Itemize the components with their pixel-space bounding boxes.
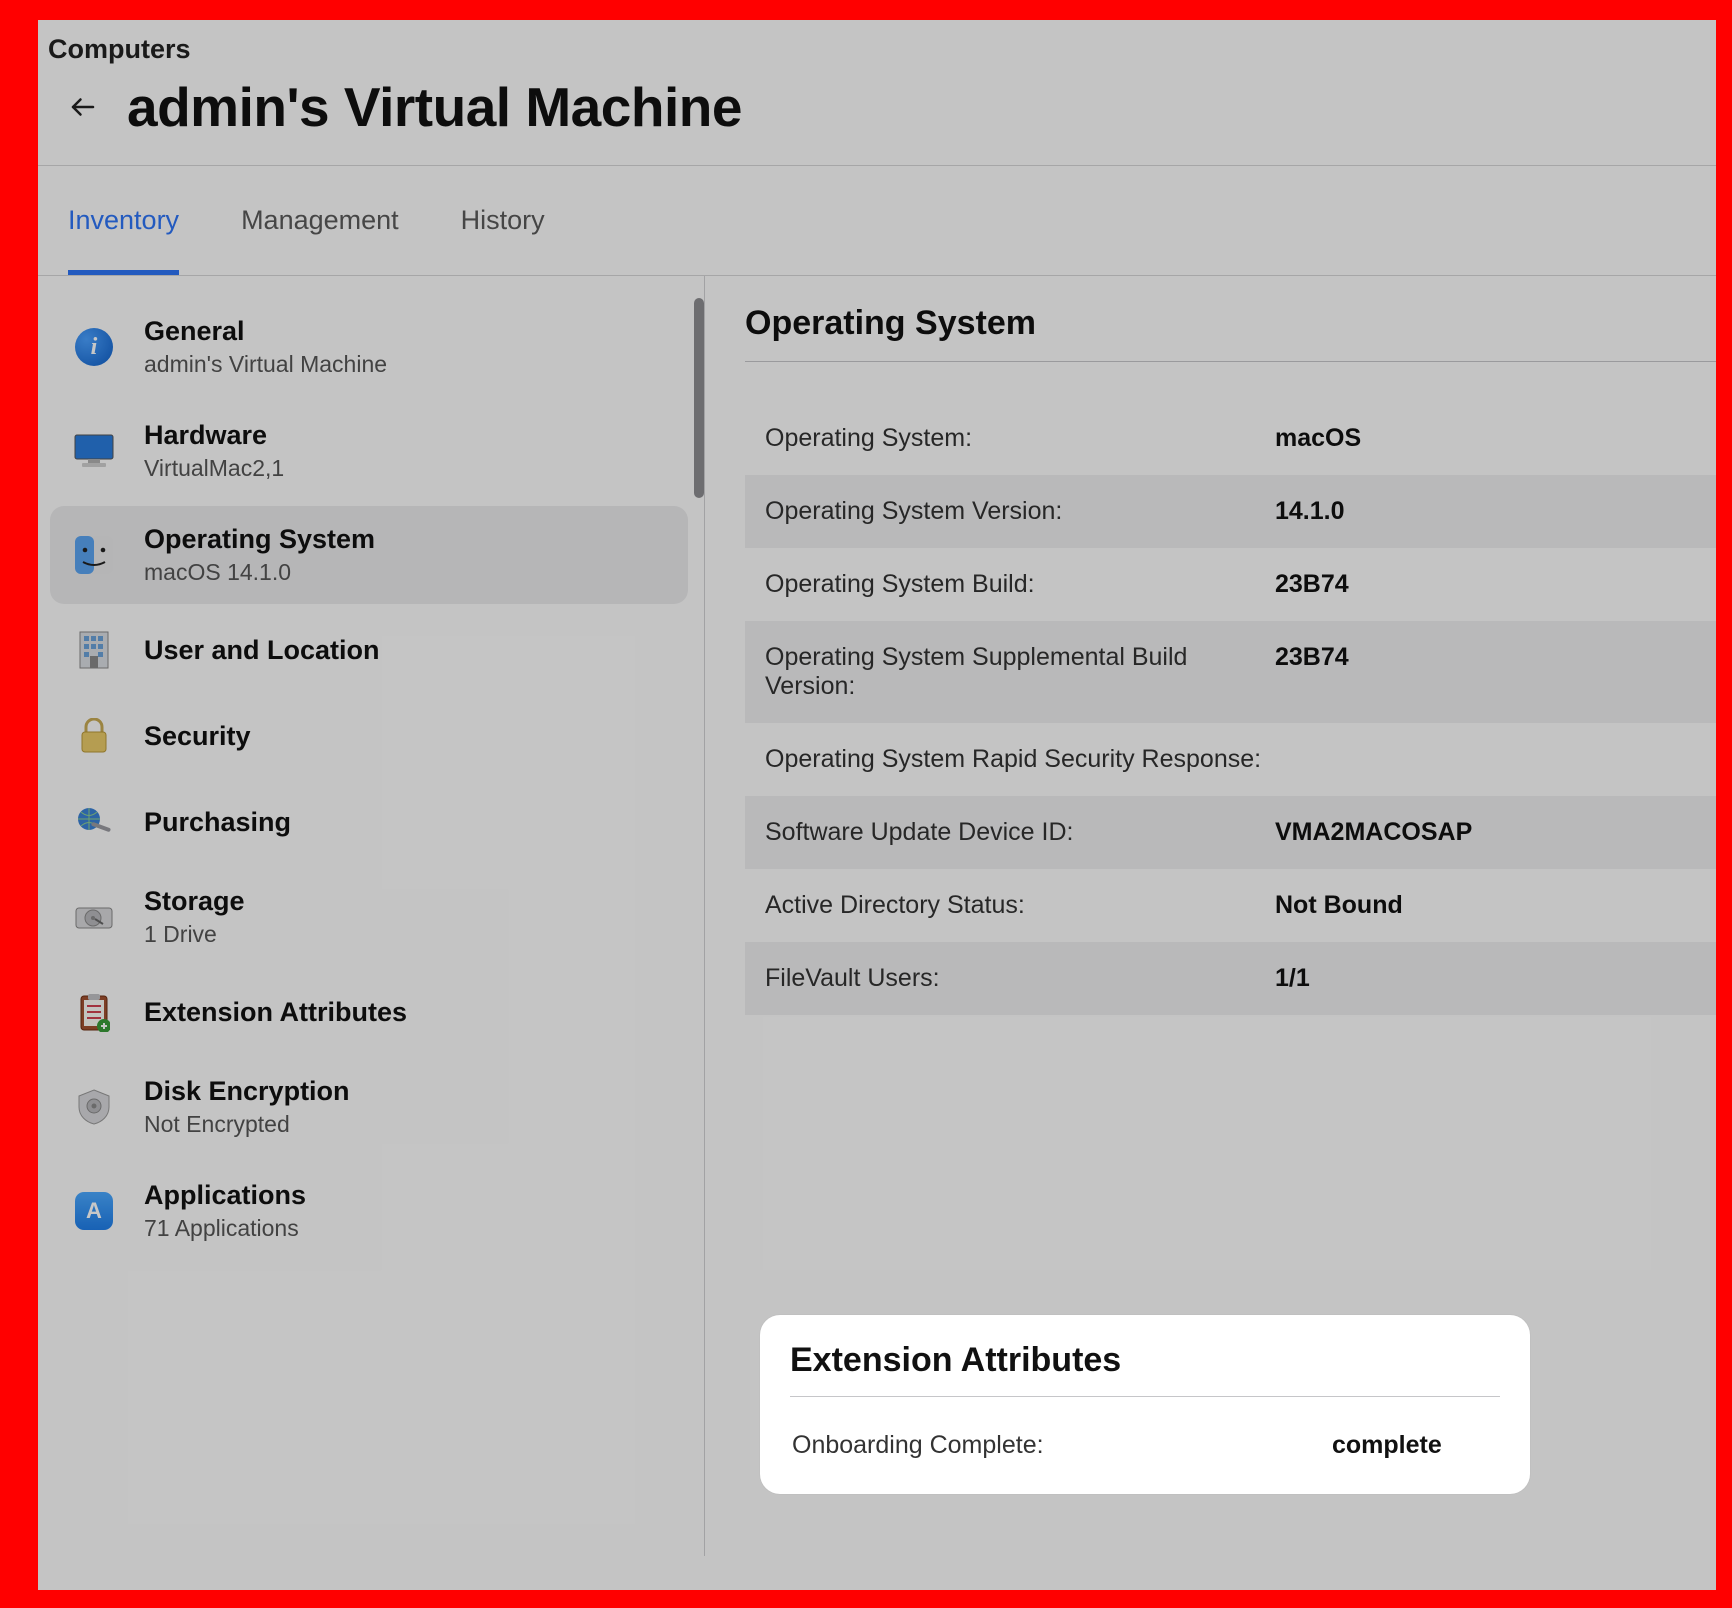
app-icon: A [72, 1189, 116, 1233]
detail-value: macOS [1275, 424, 1361, 453]
highlight-title: Extension Attributes [790, 1341, 1500, 1397]
lock-icon [72, 714, 116, 758]
detail-row: Operating System Version: 14.1.0 [745, 475, 1716, 548]
detail-value: 1/1 [1275, 964, 1310, 993]
highlight-label: Onboarding Complete: [792, 1431, 1332, 1460]
detail-label: Operating System Supplemental Build Vers… [765, 643, 1275, 701]
building-icon [72, 628, 116, 672]
detail-label: Active Directory Status: [765, 891, 1275, 920]
monitor-icon [72, 429, 116, 473]
sidebar-item-hardware[interactable]: Hardware VirtualMac2,1 [50, 402, 688, 500]
sidebar-item-label: Extension Attributes [144, 997, 407, 1028]
sidebar-item-label: General [144, 316, 387, 347]
clipboard-icon [72, 990, 116, 1034]
detail-row: Operating System Supplemental Build Vers… [745, 621, 1716, 723]
back-button[interactable] [63, 87, 103, 127]
vault-icon [72, 1085, 116, 1129]
title-row: admin's Virtual Machine [38, 65, 1716, 165]
sidebar-item-purchasing[interactable]: Purchasing [50, 782, 688, 862]
sidebar-item-sub: macOS 14.1.0 [144, 559, 375, 586]
detail-value: 23B74 [1275, 643, 1349, 672]
detail-label: Operating System Rapid Security Response… [765, 745, 1275, 774]
sidebar-item-label: Operating System [144, 524, 375, 555]
tabs: Inventory Management History [38, 166, 1716, 276]
sidebar-item-label: Security [144, 721, 251, 752]
detail-row: Operating System Rapid Security Response… [745, 723, 1716, 796]
tab-management[interactable]: Management [241, 166, 399, 275]
sidebar-item-storage[interactable]: Storage 1 Drive [50, 868, 688, 966]
section-title: Operating System [745, 304, 1716, 362]
sidebar: i General admin's Virtual Machine Hardwa… [38, 276, 704, 1556]
detail-label: Operating System: [765, 424, 1275, 453]
highlight-row: Onboarding Complete: complete [790, 1431, 1500, 1460]
sidebar-item-sub: VirtualMac2,1 [144, 455, 284, 482]
highlight-value: complete [1332, 1431, 1442, 1460]
sidebar-item-operating-system[interactable]: Operating System macOS 14.1.0 [50, 506, 688, 604]
sidebar-item-general[interactable]: i General admin's Virtual Machine [50, 298, 688, 396]
detail-value: 23B74 [1275, 570, 1349, 599]
sidebar-item-label: User and Location [144, 635, 380, 666]
detail-value: Not Bound [1275, 891, 1403, 920]
detail-label: Operating System Version: [765, 497, 1275, 526]
info-icon: i [72, 325, 116, 369]
sidebar-item-label: Disk Encryption [144, 1076, 350, 1107]
detail-value: 14.1.0 [1275, 497, 1345, 526]
tab-history[interactable]: History [461, 166, 545, 275]
sidebar-item-disk-encryption[interactable]: Disk Encryption Not Encrypted [50, 1058, 688, 1156]
detail-row: Active Directory Status: Not Bound [745, 869, 1716, 942]
tab-inventory[interactable]: Inventory [68, 166, 179, 275]
sidebar-item-sub: Not Encrypted [144, 1111, 350, 1138]
sidebar-item-sub: admin's Virtual Machine [144, 351, 387, 378]
finder-icon [72, 533, 116, 577]
arrow-left-icon [68, 92, 98, 122]
sidebar-item-label: Hardware [144, 420, 284, 451]
detail-value: VMA2MACOSAP [1275, 818, 1472, 847]
sidebar-item-applications[interactable]: A Applications 71 Applications [50, 1162, 688, 1260]
sidebar-item-sub: 71 Applications [144, 1215, 306, 1242]
sidebar-item-label: Applications [144, 1180, 306, 1211]
detail-row: Operating System: macOS [745, 402, 1716, 475]
detail-row: Operating System Build: 23B74 [745, 548, 1716, 621]
sidebar-item-label: Storage [144, 886, 245, 917]
sidebar-item-label: Purchasing [144, 807, 291, 838]
detail-label: Software Update Device ID: [765, 818, 1275, 847]
detail-label: FileVault Users: [765, 964, 1275, 993]
sidebar-item-extension-attributes[interactable]: Extension Attributes [50, 972, 688, 1052]
hdd-icon [72, 895, 116, 939]
extension-attributes-card: Extension Attributes Onboarding Complete… [760, 1315, 1530, 1494]
sidebar-item-sub: 1 Drive [144, 921, 245, 948]
detail-row: FileVault Users: 1/1 [745, 942, 1716, 1015]
sidebar-item-user-location[interactable]: User and Location [50, 610, 688, 690]
globe-wrench-icon [72, 800, 116, 844]
page-title: admin's Virtual Machine [127, 75, 742, 139]
breadcrumb[interactable]: Computers [38, 20, 1716, 65]
scrollbar[interactable] [694, 298, 704, 498]
sidebar-item-security[interactable]: Security [50, 696, 688, 776]
detail-label: Operating System Build: [765, 570, 1275, 599]
detail-row: Software Update Device ID: VMA2MACOSAP [745, 796, 1716, 869]
